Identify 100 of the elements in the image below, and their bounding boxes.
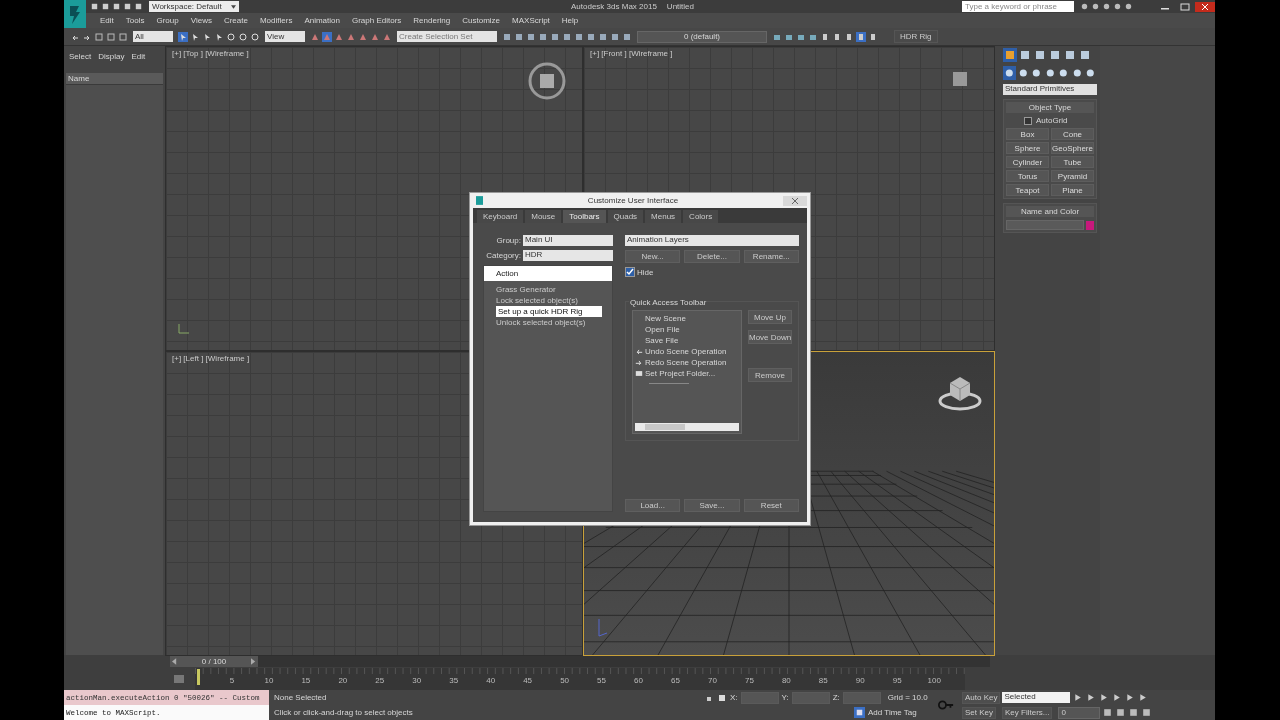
scrollbar[interactable] bbox=[635, 423, 739, 431]
menu-item[interactable]: Customize bbox=[462, 16, 501, 25]
primitive-button[interactable]: Tube bbox=[1051, 156, 1094, 168]
hide-checkbox[interactable] bbox=[625, 267, 635, 277]
dialog-button[interactable]: Move Down bbox=[748, 330, 792, 344]
dialog-tab[interactable]: Quads bbox=[607, 210, 644, 223]
dialog-button[interactable]: Save... bbox=[684, 499, 740, 512]
document-title: Untitled bbox=[666, 2, 694, 11]
primitive-button[interactable]: Teapot bbox=[1006, 184, 1049, 196]
menu-item[interactable]: Animation bbox=[304, 16, 340, 25]
toolbar-dropdown[interactable]: Animation Layers bbox=[625, 235, 799, 246]
dialog-tab[interactable]: Mouse bbox=[525, 210, 562, 223]
rollout-title[interactable]: Object Type bbox=[1006, 102, 1094, 113]
auto-key-button[interactable]: Auto Key bbox=[962, 691, 1001, 704]
primitive-button[interactable]: Cylinder bbox=[1006, 156, 1049, 168]
timeline-track[interactable]: 5 10 15 20 25 30 35 40 45 50 55 60 65 70 75 80 85 90 95 100 bbox=[195, 667, 965, 690]
frame-number: 25 bbox=[375, 675, 385, 685]
menu-item[interactable]: Help bbox=[561, 16, 579, 25]
checkbox-label: Hide bbox=[637, 267, 654, 277]
viewport-label[interactable]: [+] [Top ] [Wireframe ] bbox=[172, 49, 249, 58]
menu-item[interactable]: Group bbox=[156, 16, 179, 25]
dialog-button[interactable]: Load... bbox=[625, 499, 681, 512]
layer-dropdown[interactable]: 0 (default) bbox=[637, 30, 767, 43]
primitive-button[interactable]: Cone bbox=[1051, 128, 1094, 140]
name-field[interactable] bbox=[1006, 220, 1085, 230]
primitive-button[interactable]: GeoSphere bbox=[1051, 142, 1094, 154]
menu-item[interactable]: Views bbox=[190, 16, 212, 25]
group-title: Quick Access Toolbar bbox=[629, 298, 708, 307]
dialog-button[interactable]: Move Up bbox=[748, 310, 792, 324]
frame-counter[interactable]: 0 / 100 bbox=[170, 655, 258, 667]
toolbar-item[interactable]: New Scene bbox=[645, 314, 686, 323]
key-filters-button[interactable]: Key Filters... bbox=[1002, 706, 1053, 719]
toolbar-item[interactable]: Set Project Folder... bbox=[645, 369, 716, 378]
time-tag-icon[interactable] bbox=[854, 707, 865, 719]
category-dropdown[interactable]: HDR bbox=[523, 250, 613, 261]
action-item[interactable]: Set up a quick HDR Rig bbox=[496, 306, 602, 317]
frame-number: 30 bbox=[412, 675, 422, 685]
menu-item[interactable]: Rendering bbox=[413, 16, 451, 25]
menu-item[interactable]: Tools bbox=[125, 16, 145, 25]
frame-number: 20 bbox=[338, 675, 348, 685]
explorer-tab[interactable]: Select bbox=[69, 52, 92, 61]
close-icon[interactable] bbox=[1195, 1, 1215, 12]
primitive-button[interactable]: Plane bbox=[1051, 184, 1094, 196]
selection-set-field[interactable]: Create Selection Set bbox=[397, 31, 497, 42]
coordinate-field[interactable] bbox=[740, 691, 779, 704]
dialog-button[interactable]: Rename... bbox=[743, 250, 799, 263]
dialog-tab[interactable]: Colors bbox=[683, 210, 719, 223]
explorer-tab[interactable]: Edit bbox=[131, 52, 146, 61]
dialog-tab[interactable]: Keyboard bbox=[477, 210, 524, 223]
right-arrow-icon[interactable] bbox=[251, 657, 256, 665]
category-dropdown[interactable]: Standard Primitives bbox=[1003, 84, 1097, 95]
column-header[interactable]: Action bbox=[484, 266, 612, 281]
left-arrow-icon[interactable] bbox=[172, 657, 177, 665]
hdr-rig-button[interactable]: HDR Rig bbox=[894, 30, 938, 43]
toolbar-item[interactable]: Save File bbox=[645, 336, 679, 345]
frame-number: 5 bbox=[229, 675, 235, 685]
group-dropdown[interactable]: Main UI bbox=[523, 235, 613, 246]
coordinate-field[interactable] bbox=[791, 691, 830, 704]
menu-item[interactable]: MAXScript bbox=[512, 16, 550, 25]
search-field[interactable]: Type a keyword or phrase bbox=[962, 1, 1074, 12]
add-time-tag[interactable]: Add Time Tag bbox=[868, 708, 917, 718]
workspace-dropdown[interactable]: Workspace: Default bbox=[149, 1, 239, 12]
frame-number: 90 bbox=[855, 675, 865, 685]
play-icon[interactable] bbox=[1098, 692, 1110, 703]
color-swatch[interactable] bbox=[1086, 220, 1094, 230]
sphere-icon[interactable] bbox=[1003, 66, 1016, 80]
column-header[interactable]: Name bbox=[66, 73, 163, 85]
checkbox-label: AutoGrid bbox=[1036, 116, 1068, 125]
dialog-button[interactable]: New... bbox=[625, 250, 681, 263]
close-icon[interactable] bbox=[783, 195, 807, 206]
rollout-title[interactable]: Name and Color bbox=[1006, 206, 1094, 217]
menu-item[interactable]: Modifiers bbox=[259, 16, 293, 25]
menu-item[interactable]: Graph Editors bbox=[351, 16, 402, 25]
selection-filter-dropdown[interactable]: All bbox=[133, 31, 173, 42]
primitive-button[interactable]: Pyramid bbox=[1051, 170, 1094, 182]
prompt-line: Click or click-and-drag to select objects bbox=[274, 708, 414, 717]
dialog-tab[interactable]: Menus bbox=[645, 210, 682, 223]
key-mode-dropdown[interactable]: Selected bbox=[1002, 692, 1071, 703]
dialog-button[interactable]: Delete... bbox=[684, 250, 740, 263]
set-key-button[interactable]: Set Key bbox=[962, 706, 996, 719]
dialog-button[interactable]: Remove bbox=[748, 368, 792, 382]
explorer-tab[interactable]: Display bbox=[98, 52, 125, 61]
frame-field[interactable]: 0 bbox=[1058, 706, 1101, 719]
primitive-button[interactable]: Box bbox=[1006, 128, 1049, 140]
menu-item[interactable]: Create bbox=[223, 16, 248, 25]
viewport-label[interactable]: [+] [Front ] [Wireframe ] bbox=[590, 49, 673, 58]
primitive-button[interactable]: Sphere bbox=[1006, 142, 1049, 154]
dialog-tab[interactable]: Toolbars bbox=[563, 210, 606, 223]
toolbar-item[interactable]: Open File bbox=[645, 325, 680, 334]
primitive-button[interactable]: Torus bbox=[1006, 170, 1049, 182]
reference-coordinate-dropdown[interactable]: View bbox=[265, 31, 305, 42]
toolbar-item[interactable]: Redo Scene Operation bbox=[645, 358, 727, 367]
frame-marker[interactable] bbox=[197, 668, 200, 685]
viewcube-icon[interactable] bbox=[950, 69, 970, 89]
menu-item[interactable]: Edit bbox=[100, 16, 114, 25]
dialog-button[interactable]: Reset bbox=[743, 499, 799, 512]
coordinate-field[interactable] bbox=[842, 691, 881, 704]
autogrid-checkbox[interactable] bbox=[1024, 116, 1032, 125]
viewport-label[interactable]: [+] [Left ] [Wireframe ] bbox=[172, 354, 250, 363]
viewcube-icon[interactable] bbox=[527, 61, 567, 101]
